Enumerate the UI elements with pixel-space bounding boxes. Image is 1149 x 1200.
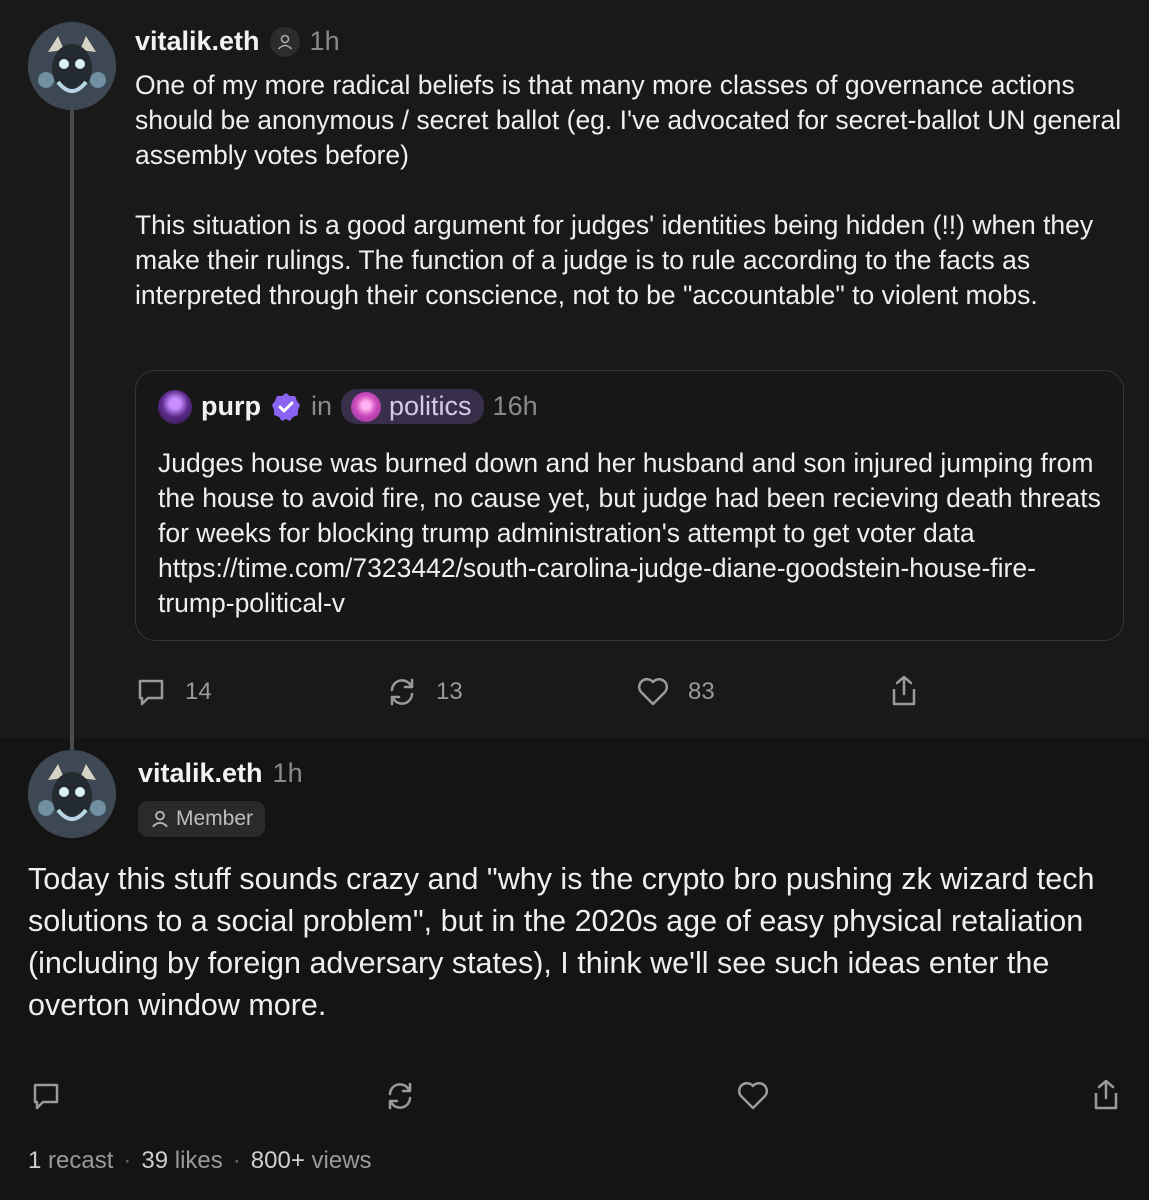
reply-author-name[interactable]: vitalik.eth bbox=[138, 758, 263, 789]
person-icon bbox=[152, 810, 168, 828]
reply-button[interactable]: 14 bbox=[135, 676, 212, 708]
reply-recast-button[interactable] bbox=[384, 1080, 416, 1112]
heart-icon bbox=[637, 677, 669, 706]
quote-avatar[interactable] bbox=[158, 389, 192, 424]
reply-avatar[interactable] bbox=[28, 750, 116, 838]
separator: · bbox=[123, 1147, 132, 1174]
likes-stat[interactable]: 39 likes bbox=[141, 1147, 222, 1175]
share-icon bbox=[1094, 1079, 1118, 1110]
post-text: One of my more radical beliefs is that m… bbox=[135, 70, 1122, 310]
like-button[interactable]: 83 bbox=[636, 676, 715, 708]
reply-header: vitalik.eth 1h bbox=[138, 758, 303, 789]
recast-count: 13 bbox=[436, 678, 463, 705]
in-label: in bbox=[311, 391, 333, 421]
engagement-stats: 1 recast · 39 likes · 800+ views bbox=[28, 1147, 372, 1175]
separator: · bbox=[232, 1147, 241, 1174]
reply-share-button[interactable] bbox=[1090, 1078, 1122, 1112]
main-post[interactable]: vitalik.eth 1h One of my more radical be… bbox=[0, 0, 1149, 758]
reply-time: 1h bbox=[272, 758, 303, 788]
reply-count: 14 bbox=[185, 678, 212, 705]
views-stat: 800+ views bbox=[250, 1147, 372, 1174]
person-icon bbox=[269, 26, 300, 57]
quoted-cast[interactable]: purp in politics 16h Judges house was bu… bbox=[135, 370, 1124, 641]
member-badge: Member bbox=[138, 801, 266, 837]
thread-line bbox=[70, 108, 74, 758]
reply-text: Today this stuff sounds crazy and "why i… bbox=[28, 862, 1095, 1022]
recast-button[interactable]: 13 bbox=[386, 676, 463, 708]
verified-badge-icon bbox=[272, 392, 300, 421]
reply-like-button[interactable] bbox=[736, 1080, 770, 1112]
channel-chip[interactable]: politics bbox=[341, 389, 484, 424]
share-icon bbox=[892, 675, 916, 706]
quote-text: Judges house was burned down and her hus… bbox=[158, 448, 1101, 618]
quote-header: purp in politics 16h bbox=[158, 389, 538, 424]
post-time: 1h bbox=[309, 26, 340, 56]
avatar-image bbox=[28, 22, 116, 110]
like-count: 83 bbox=[688, 678, 715, 705]
recast-stat[interactable]: 1 recast bbox=[28, 1147, 113, 1175]
member-label: Member bbox=[176, 807, 254, 830]
avatar-image bbox=[28, 750, 116, 838]
quote-author[interactable]: purp bbox=[201, 391, 261, 422]
avatar[interactable] bbox=[28, 22, 116, 110]
comment-icon bbox=[138, 679, 164, 706]
channel-name: politics bbox=[389, 391, 472, 421]
recast-icon bbox=[388, 1082, 412, 1110]
reply-comment-button[interactable] bbox=[30, 1080, 62, 1112]
quote-time: 16h bbox=[492, 391, 538, 421]
post-header: vitalik.eth 1h bbox=[135, 26, 340, 57]
channel-icon bbox=[351, 391, 382, 422]
heart-icon bbox=[737, 1081, 769, 1110]
comment-icon bbox=[33, 1083, 59, 1110]
recast-icon bbox=[390, 678, 414, 706]
share-button[interactable] bbox=[888, 674, 920, 708]
author-name[interactable]: vitalik.eth bbox=[135, 26, 260, 57]
